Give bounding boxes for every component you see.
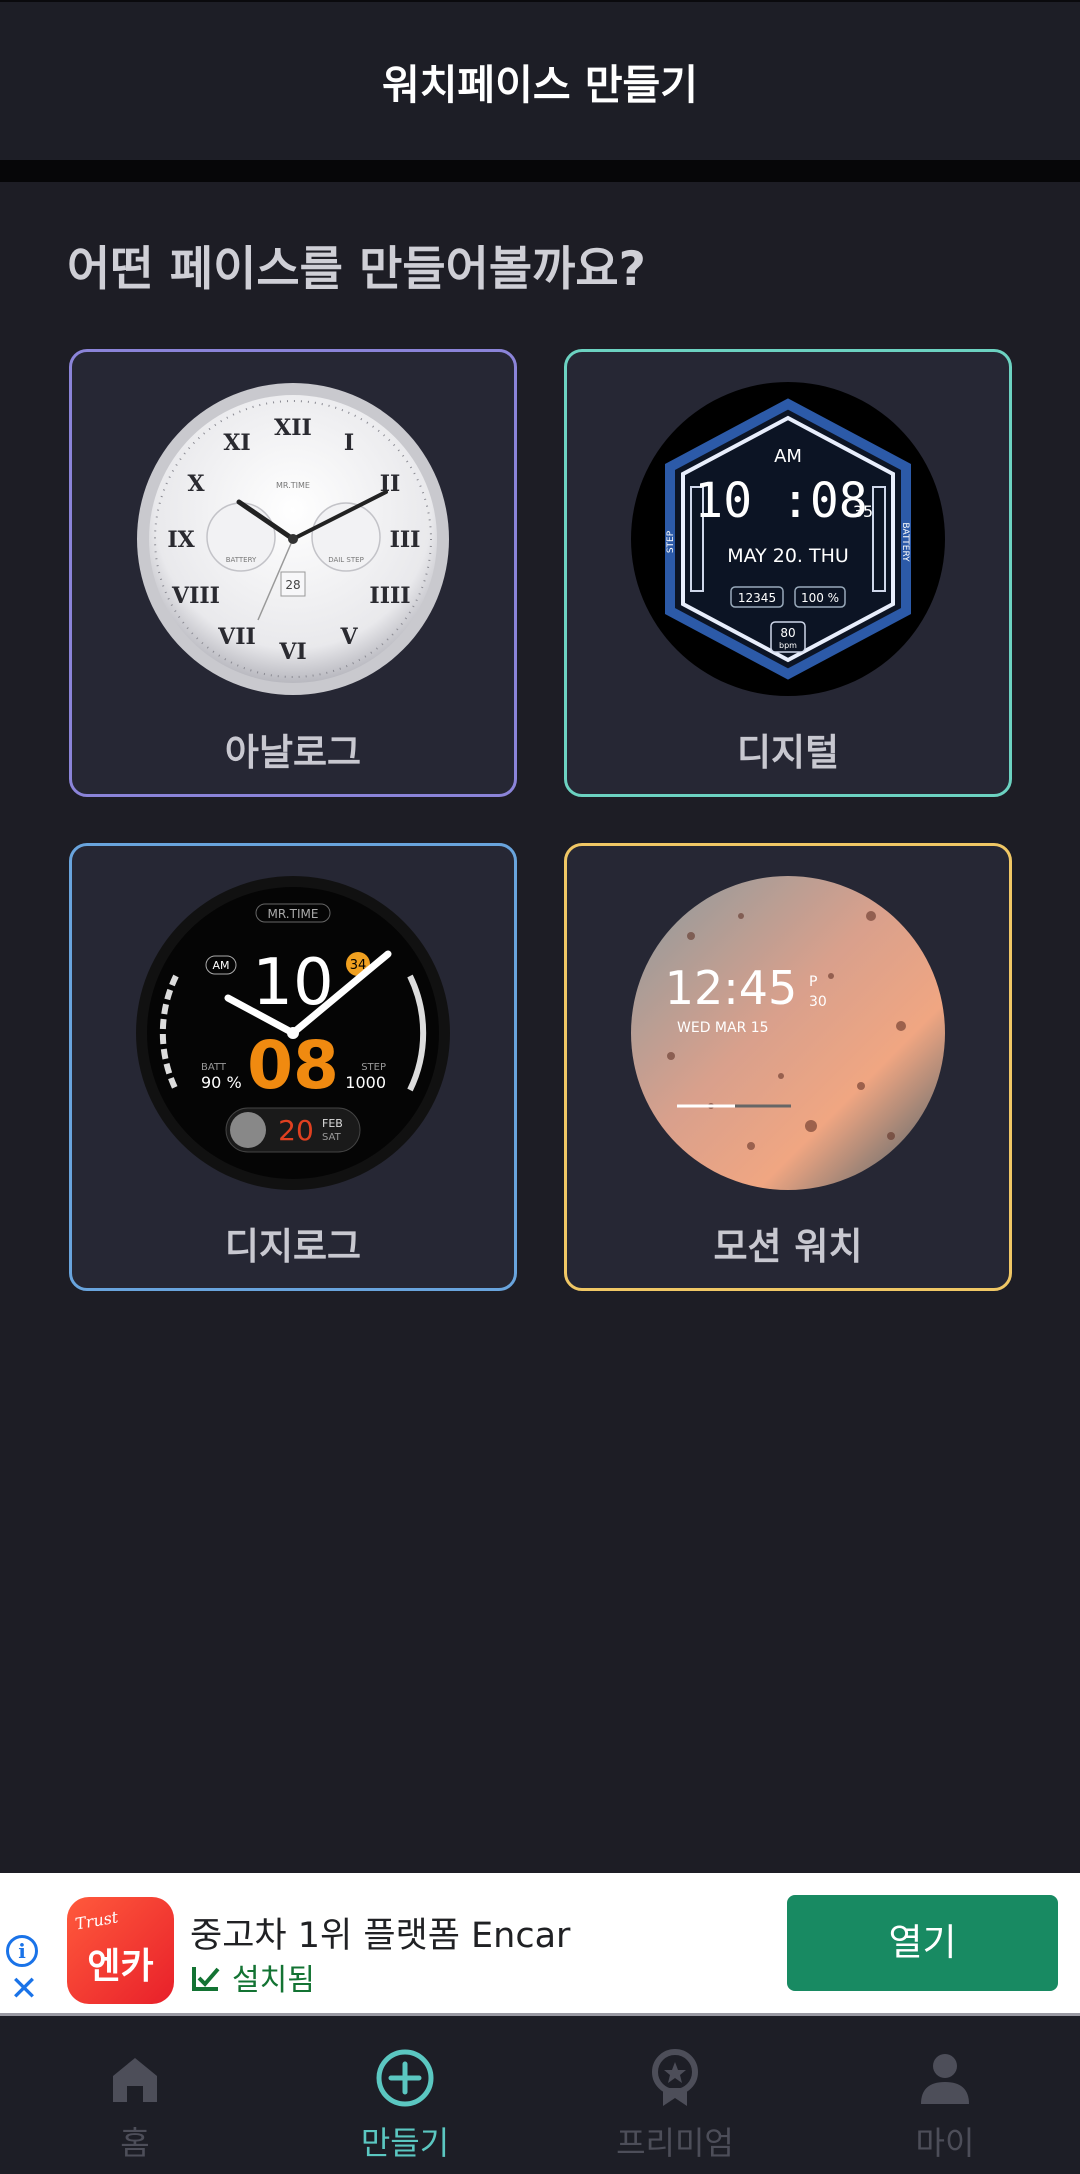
time-text: 10 :08 (694, 473, 867, 529)
header-divider (0, 160, 1080, 182)
roman-numeral: IX (167, 527, 195, 553)
sub-left-label: BATTERY (226, 556, 257, 564)
card-motion[interactable]: 12:45 P 30 WED MAR 15 모션 워치 (564, 843, 1012, 1291)
seconds-text: 35 (853, 502, 873, 521)
card-label-motion: 모션 워치 (713, 1225, 863, 1268)
ad-info-icon[interactable]: i (6, 1935, 38, 1967)
encar-logo: Trust 엔카 (67, 1897, 174, 2004)
ad-status-text: 설치됨 (232, 1963, 315, 1998)
battery-label: BATTERY (900, 522, 910, 562)
digilog-watch-face-image: MR.TIME AM 10 34 08 BATT 90 % STEP 1000 … (136, 876, 450, 1190)
month-text: FEB (322, 1117, 343, 1130)
installed-check-icon (192, 1967, 220, 1991)
roman-numeral: V (339, 624, 358, 650)
roman-numeral: VII (217, 624, 256, 650)
step-label: STEP (666, 530, 676, 553)
time-text: 12:45 (665, 961, 798, 1015)
ad-banner[interactable]: i ✕ Trust 엔카 중고차 1위 플랫폼 Encar 설치됨 열기 (0, 1873, 1080, 2013)
ad-title: 중고차 1위 플랫폼 Encar (190, 1916, 571, 1956)
motion-watch-face-image: 12:45 P 30 WED MAR 15 (631, 876, 945, 1190)
batt-value: 90 % (201, 1073, 242, 1092)
ampm-text: AM (774, 446, 802, 467)
card-digilog[interactable]: MR.TIME AM 10 34 08 BATT 90 % STEP 1000 … (69, 843, 517, 1291)
roman-numeral: VI (278, 639, 306, 665)
bpm-unit: bpm (779, 641, 797, 650)
page-title: 워치페이스 만들기 (381, 61, 699, 109)
roman-numeral: XI (223, 430, 250, 456)
roman-numeral: III (390, 527, 421, 553)
card-label-digilog: 디지로그 (224, 1225, 362, 1268)
add-circle-icon (376, 2049, 434, 2107)
nav-label-premium: 프리미엄 (616, 2124, 734, 2162)
nav-label-create: 만들기 (360, 2124, 450, 2162)
app-bar: 워치페이스 만들기 (0, 0, 1080, 160)
card-digital[interactable]: AM 10 :08 35 MAY 20. THU 12345 100 % 80 … (564, 349, 1012, 797)
roman-numeral: IIII (369, 583, 410, 609)
analog-watch-face-image: MR.TIME BATTERY DAIL STEP 28 XIIIIIIIIII… (137, 383, 449, 695)
card-label-analog: 아날로그 (224, 731, 362, 774)
batt-label: BATT (201, 1062, 227, 1073)
person-icon (921, 2054, 969, 2104)
nav-item-home[interactable]: 홈 (0, 2016, 270, 2174)
ampm-text: AM (212, 959, 229, 972)
ad-open-button[interactable]: 열기 (787, 1895, 1058, 1991)
roman-numeral: I (344, 430, 354, 456)
ampm-text: P (809, 974, 817, 990)
battery-text: 100 % (801, 591, 839, 605)
brand-text: MR.TIME (268, 907, 319, 921)
card-analog[interactable]: MR.TIME BATTERY DAIL STEP 28 XII I II III II… (69, 349, 517, 797)
seconds-text: 30 (809, 994, 827, 1010)
moon-phase (230, 1112, 266, 1148)
steps-text: 12345 (738, 591, 776, 605)
nav-item-premium[interactable]: 프리미엄 (540, 2016, 810, 2174)
home-icon (113, 2058, 157, 2102)
digital-watch-face-image: AM 10 :08 35 MAY 20. THU 12345 100 % 80 … (631, 382, 945, 696)
step-label: STEP (361, 1062, 386, 1073)
roman-numeral: X (187, 471, 205, 497)
roman-numeral: VIII (171, 583, 220, 609)
date-text: 28 (285, 578, 300, 592)
close-icon[interactable]: ✕ (8, 1972, 40, 2006)
nav-label-my: 마이 (915, 2124, 975, 2162)
bpm-value: 80 (780, 626, 795, 640)
roman-numeral: XII (274, 415, 312, 441)
step-value: 1000 (345, 1073, 386, 1092)
brand-text: MR.TIME (276, 481, 310, 490)
nav-label-home: 홈 (120, 2124, 150, 2162)
card-label-digital: 디지털 (736, 731, 840, 774)
day-text: 20 (278, 1114, 314, 1147)
date-text: MAY 20. THU (727, 545, 849, 567)
logo-main-text: 엔카 (87, 1946, 154, 1987)
nav-item-create[interactable]: 만들기 (270, 2016, 540, 2174)
bottom-nav: 홈 만들기 프리미엄 마이 (0, 2013, 1080, 2174)
ad-status: 설치됨 (190, 1955, 315, 1999)
section-question: 어떤 페이스를 만들어볼까요? (67, 242, 646, 297)
center-pin (287, 1027, 299, 1039)
sub-right-label: DAIL STEP (328, 556, 364, 564)
weekday-text: SAT (322, 1132, 342, 1143)
nav-item-my[interactable]: 마이 (810, 2016, 1080, 2174)
logo-small-text: Trust (73, 1907, 120, 1934)
premium-badge-icon (652, 2049, 698, 2106)
date-text: WED MAR 15 (677, 1020, 769, 1036)
center-pin (288, 534, 298, 544)
